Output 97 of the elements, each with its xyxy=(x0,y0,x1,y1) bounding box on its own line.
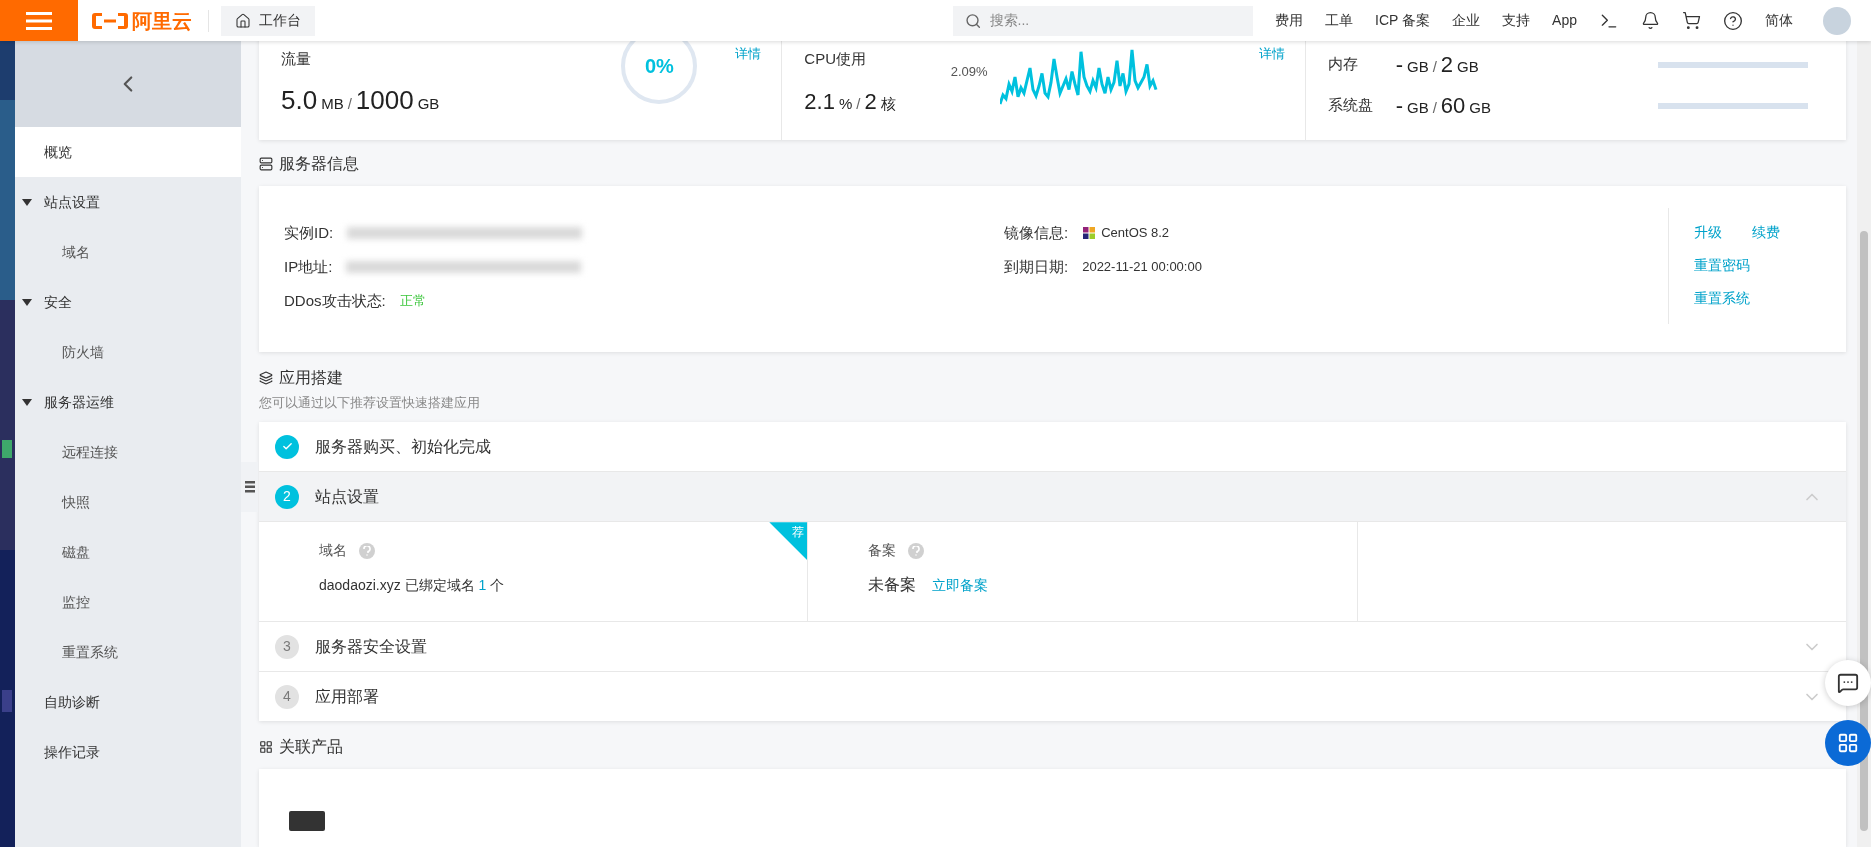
usage-value: - xyxy=(1395,92,1403,120)
grid-icon xyxy=(259,740,273,755)
nav-link[interactable]: ICP 备案 xyxy=(1375,10,1431,31)
help-icon[interactable] xyxy=(1723,10,1743,31)
field-label: 备案 xyxy=(868,541,897,561)
unit-label: GB xyxy=(1469,98,1491,118)
sidebar-item[interactable]: 概览 xyxy=(15,127,241,177)
logo-icon xyxy=(92,10,128,31)
apps-icon xyxy=(1837,732,1859,754)
sidebar-item[interactable]: 重置系统 xyxy=(15,627,241,677)
sidebar-item[interactable]: 域名 xyxy=(15,227,241,277)
recommend-ribbon: 荐 xyxy=(769,522,808,561)
caret-icon[interactable] xyxy=(22,298,32,306)
bell-icon[interactable] xyxy=(1641,11,1660,30)
status-value: 正常 xyxy=(399,292,426,311)
sidebar-item[interactable]: 自助诊断 xyxy=(15,677,241,727)
cart-icon[interactable] xyxy=(1682,11,1701,30)
card-label: 流量 xyxy=(281,49,312,69)
os-logo-icon xyxy=(1082,225,1097,240)
field-label: 镜像信息: xyxy=(1004,222,1069,243)
step-number: 3 xyxy=(275,634,299,659)
apps-button[interactable] xyxy=(1825,720,1871,766)
unit-label: % xyxy=(838,93,853,114)
usage-value: 5.0 xyxy=(281,83,318,117)
caret-icon[interactable] xyxy=(22,398,32,406)
card-label: 内存 xyxy=(1327,54,1359,75)
menu-button[interactable] xyxy=(0,0,78,41)
field-label: DDos攻击状态: xyxy=(284,290,386,311)
section-title: 关联产品 xyxy=(279,737,343,758)
sidebar-item[interactable]: 服务器运维 xyxy=(15,377,241,427)
search-field[interactable]: 搜索... xyxy=(953,5,1254,36)
sidebar-handle[interactable] xyxy=(241,462,258,512)
record-status: 未备案 xyxy=(868,575,917,596)
nav-link[interactable]: 支持 xyxy=(1502,10,1531,31)
unit-label: GB xyxy=(1407,98,1429,118)
unit-label: GB xyxy=(1457,57,1479,77)
sidebar-item[interactable]: 站点设置 xyxy=(15,177,241,227)
caret-icon[interactable] xyxy=(22,198,32,206)
separator: / xyxy=(856,93,861,114)
usage-total: 1000 xyxy=(355,83,414,117)
search-input[interactable]: 搜索... xyxy=(989,10,1242,31)
list-icon xyxy=(244,481,255,493)
sidebar-item[interactable]: 安全 xyxy=(15,277,241,327)
product-icon xyxy=(289,811,325,832)
menu-icon xyxy=(26,10,52,31)
sidebar-item[interactable]: 远程连接 xyxy=(15,427,241,477)
step-row[interactable]: 2 站点设置 xyxy=(259,472,1846,522)
usage-total: 2 xyxy=(1440,51,1454,79)
sidebar-item[interactable]: 防火墙 xyxy=(15,327,241,377)
chat-icon xyxy=(1837,672,1859,694)
field-value: 2022-11-21 00:00:00 xyxy=(1082,258,1202,277)
unit-label: MB xyxy=(321,93,344,114)
nav-link[interactable]: 工单 xyxy=(1325,10,1354,31)
field-label: 域名 xyxy=(319,541,347,561)
step-number: 2 xyxy=(275,484,299,509)
unit-label: GB xyxy=(1407,57,1429,77)
nav-link[interactable]: App xyxy=(1552,10,1577,31)
separator: / xyxy=(1432,57,1437,77)
unit-label: 核 xyxy=(880,93,896,114)
step-row[interactable]: 4 应用部署 xyxy=(259,672,1846,722)
home-icon xyxy=(235,12,251,29)
count-unit: 个 xyxy=(490,576,505,596)
section-title: 服务器信息 xyxy=(279,153,359,174)
card-label: CPU使用 xyxy=(804,49,867,69)
unit-label: GB xyxy=(417,93,440,114)
scrollbar-thumb[interactable] xyxy=(1860,231,1868,831)
step-row[interactable]: 服务器购买、初始化完成 xyxy=(259,422,1846,472)
sidebar-item[interactable]: 监控 xyxy=(15,577,241,627)
card-label: 系统盘 xyxy=(1327,95,1374,116)
server-icon xyxy=(259,156,273,171)
language-link[interactable]: 简体 xyxy=(1765,10,1793,31)
logo-text: 阿里云 xyxy=(132,10,192,31)
chart-peak-label: 2.09% xyxy=(950,63,988,81)
nav-link[interactable]: 费用 xyxy=(1275,10,1304,31)
separator: / xyxy=(347,93,352,114)
layers-icon xyxy=(259,370,273,385)
section-title: 应用搭建 xyxy=(279,367,343,388)
field-label: 实例ID: xyxy=(284,222,334,243)
field-label: IP地址: xyxy=(284,256,333,277)
section-subtitle: 您可以通过以下推荐设置快速搭建应用 xyxy=(259,393,481,412)
usage-total: 2 xyxy=(864,87,877,116)
separator: / xyxy=(1432,98,1437,118)
field-value: CentOS 8.2 xyxy=(1101,224,1170,243)
sidebar-item[interactable]: 操作记录 xyxy=(15,727,241,777)
step-number: 4 xyxy=(275,684,299,709)
usage-value: - xyxy=(1395,51,1403,79)
domain-value: daodaozi.xyz 已绑定域名 xyxy=(319,576,475,596)
search-icon xyxy=(965,11,982,30)
usage-value: 2.1 xyxy=(804,87,835,116)
sidebar-item[interactable]: 磁盘 xyxy=(15,527,241,577)
nav-link[interactable]: 企业 xyxy=(1452,10,1481,31)
workbench-button[interactable]: 工作台 xyxy=(221,5,315,36)
step-row[interactable]: 3 服务器安全设置 xyxy=(259,622,1846,672)
domain-count: 1 xyxy=(478,576,487,596)
field-label: 到期日期: xyxy=(1004,256,1069,277)
sidebar-item[interactable]: 快照 xyxy=(15,477,241,527)
usage-total: 60 xyxy=(1440,92,1466,120)
